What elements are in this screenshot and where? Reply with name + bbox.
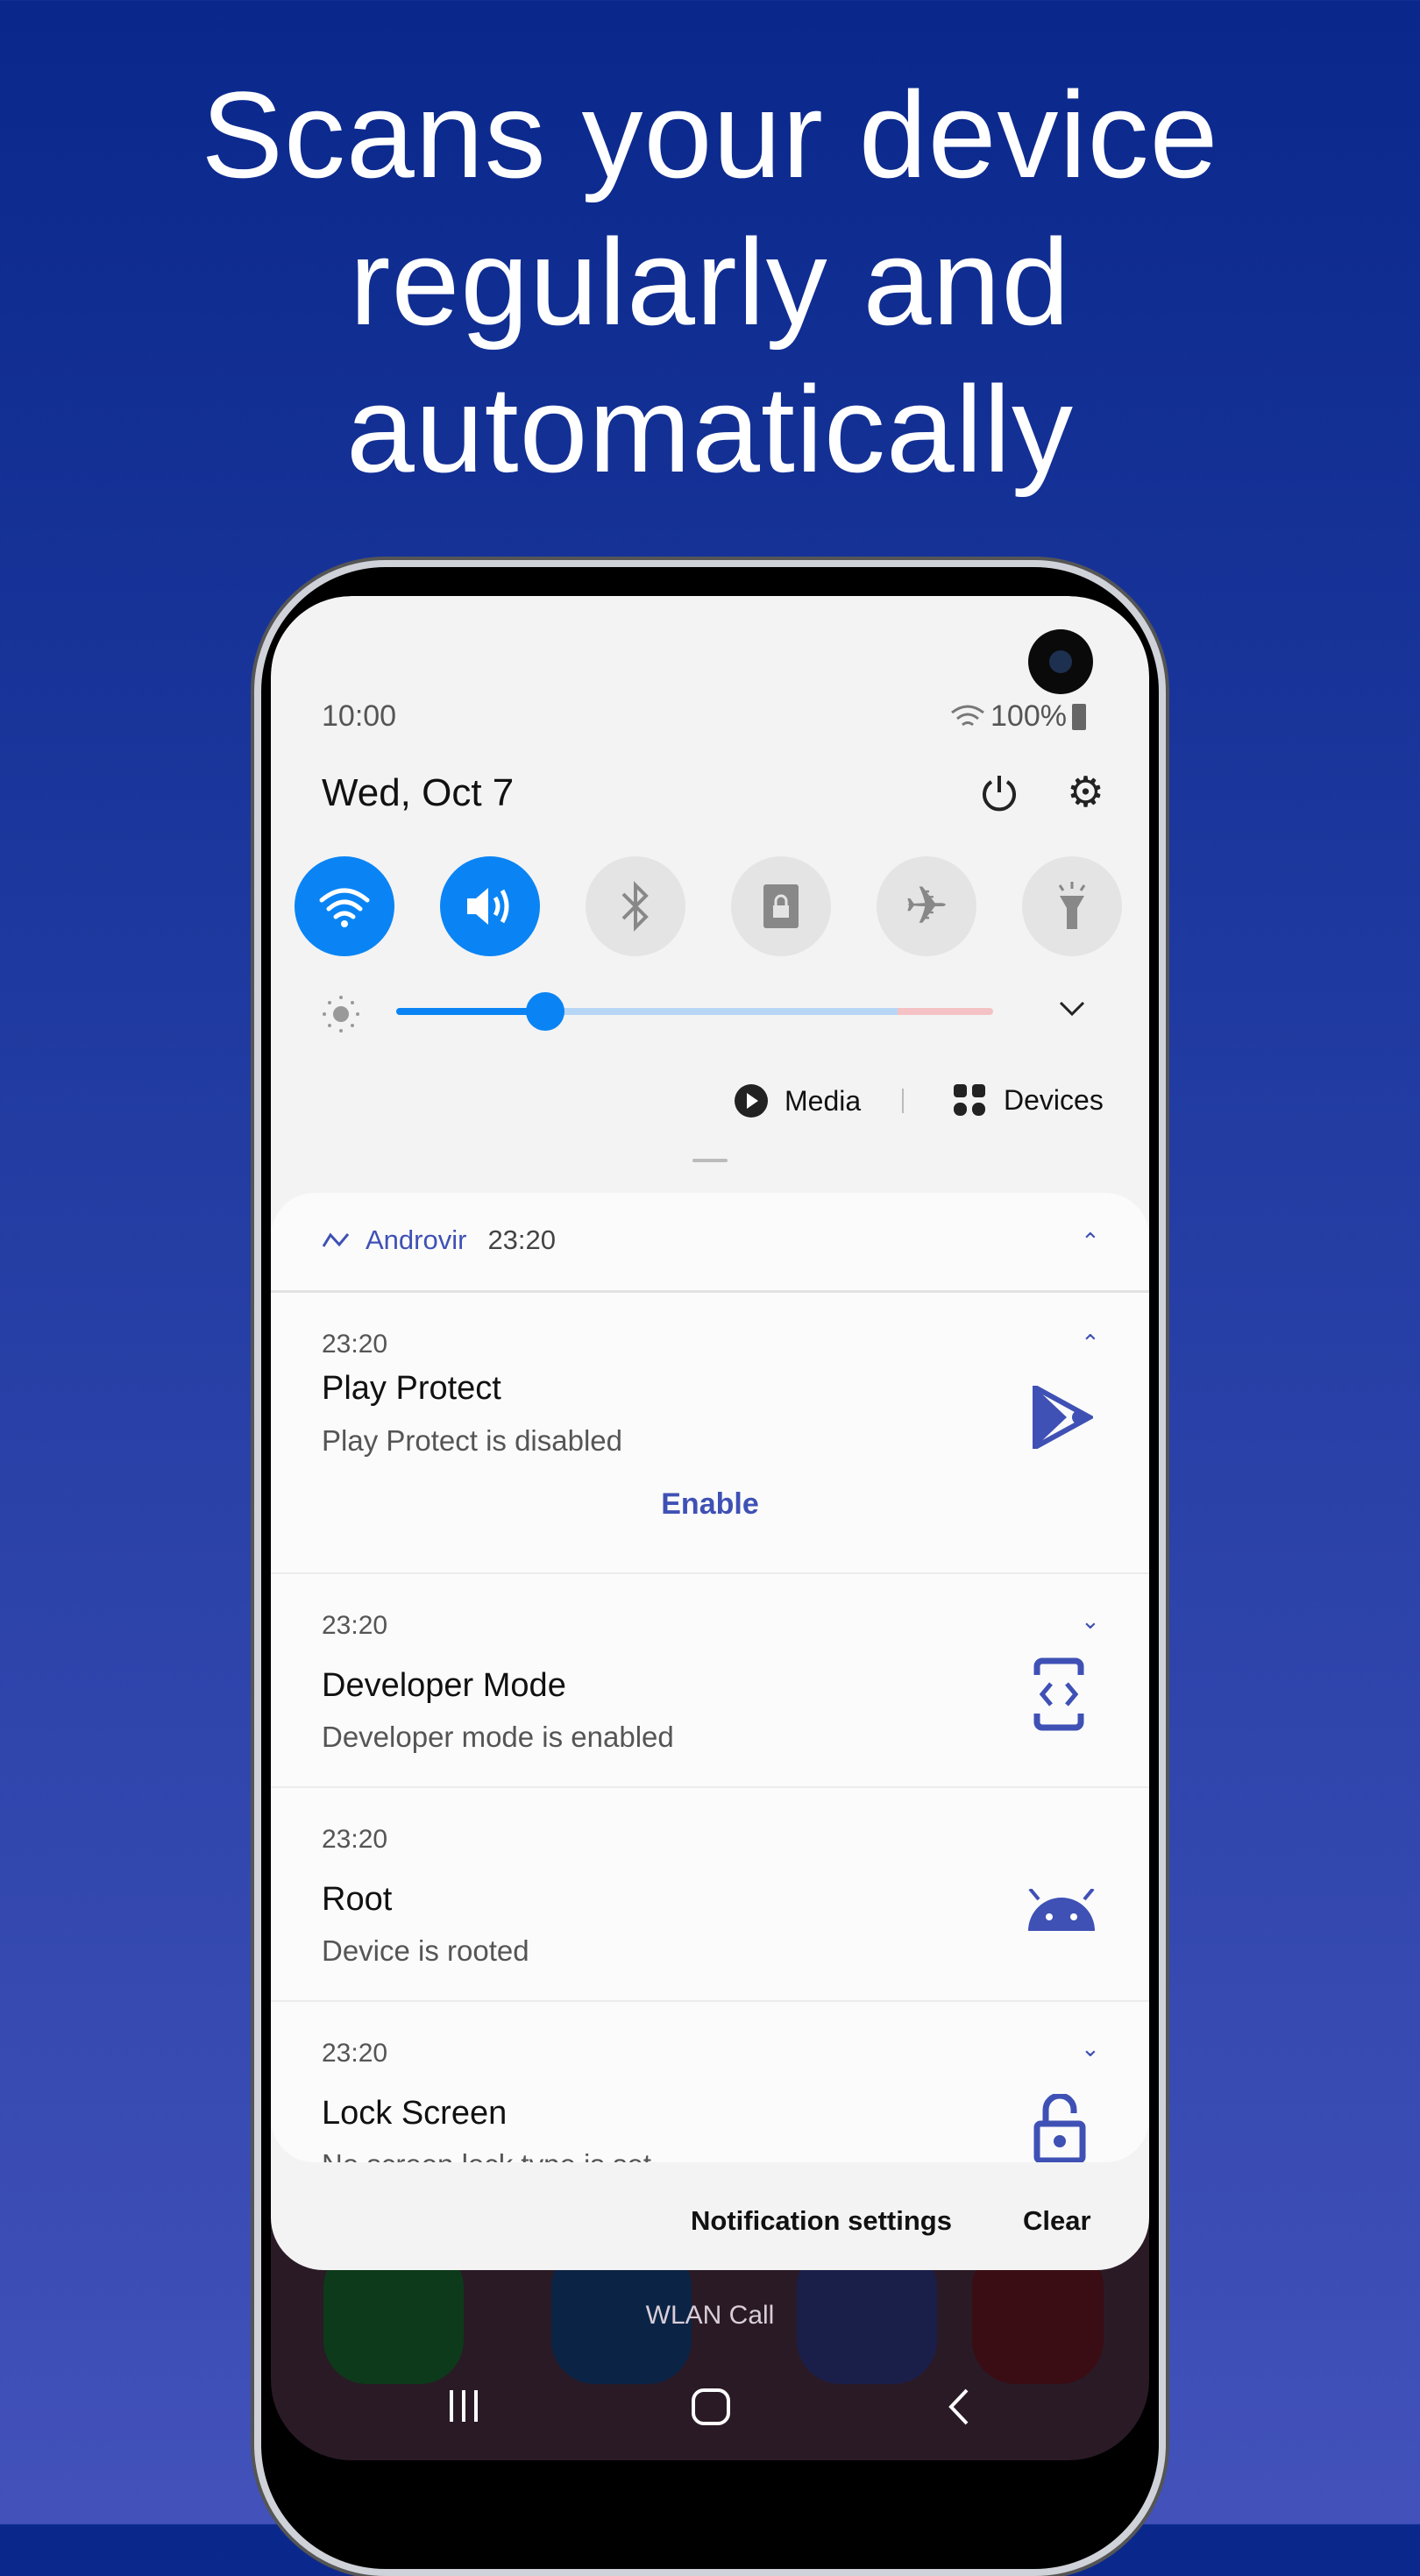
devices-label: Devices [1004, 1083, 1104, 1116]
drag-handle[interactable] [692, 1159, 728, 1162]
brightness-slider[interactable] [396, 992, 993, 1031]
notification-group-header[interactable]: Androvir 23:20 [322, 1224, 556, 1256]
flashlight-icon [1058, 882, 1086, 929]
chevron-up-icon[interactable]: ⌃ [1081, 1330, 1100, 1357]
home-label: WLAN Call [645, 2301, 775, 2330]
notification-play-protect[interactable]: 23:20 ⌃ Play Protect Play Protect is dis… [271, 1293, 1149, 1573]
toggle-sound[interactable] [440, 856, 540, 956]
toggle-bluetooth[interactable] [586, 856, 685, 956]
notification-time: 23:20 [322, 2039, 388, 2068]
notification-title: Play Protect [322, 1370, 501, 1407]
media-button[interactable]: Media [734, 1083, 861, 1118]
app-name: Androvir [366, 1224, 467, 1255]
enable-button[interactable]: Enable [271, 1487, 1149, 1522]
gear-icon: ⚙ [1067, 770, 1105, 816]
play-protect-icon [1033, 1386, 1093, 1449]
notification-text: No screen lock type is set [322, 2148, 651, 2162]
battery-percent: 100% [990, 699, 1067, 733]
chevron-down-icon[interactable]: ⌄ [1081, 1607, 1100, 1635]
back-icon [948, 2388, 969, 2425]
clear-button[interactable]: Clear [1023, 2205, 1091, 2237]
power-button[interactable] [979, 773, 1019, 818]
expand-button[interactable] [1058, 999, 1086, 1023]
notification-title: Developer Mode [322, 1667, 566, 1704]
android-icon [1028, 1889, 1095, 1931]
headline-line: automatically [345, 360, 1075, 498]
devices-icon [954, 1084, 985, 1116]
collapse-group-icon[interactable]: ⌃ [1081, 1228, 1100, 1255]
screen-lock-icon [763, 884, 799, 928]
brightness-knob[interactable] [526, 992, 565, 1031]
date: Wed, Oct 7 [322, 771, 515, 814]
notification-time: 23:20 [322, 1825, 388, 1854]
headline: Scans your device regularly and automati… [0, 61, 1420, 503]
battery-icon [1071, 703, 1086, 730]
notification-card: Androvir 23:20 ⌃ 23:20 ⌃ Play Protect Pl… [271, 1193, 1149, 2162]
notification-text: Play Protect is disabled [322, 1424, 623, 1457]
sound-icon [467, 888, 509, 925]
toggle-airplane[interactable]: ✈ [877, 856, 976, 956]
devices-button[interactable]: Devices [953, 1083, 1104, 1117]
chevron-down-icon[interactable]: ⌄ [1081, 2035, 1100, 2062]
quick-toggles: ✈ [295, 856, 1122, 956]
notification-title: Root [322, 1881, 393, 1918]
status-time: 10:00 [322, 699, 397, 733]
nav-back-button[interactable] [946, 2388, 972, 2430]
notification-title: Lock Screen [322, 2095, 508, 2132]
bluetooth-icon [621, 881, 649, 932]
notification-settings-button[interactable]: Notification settings [691, 2205, 952, 2237]
notification-time: 23:20 [322, 1611, 388, 1640]
divider [902, 1089, 904, 1113]
androvir-icon [322, 1232, 350, 1247]
brightness-icon [322, 995, 360, 1033]
power-icon [983, 776, 1016, 812]
notification-time: 23:20 [322, 1330, 388, 1359]
wifi-status-icon [951, 705, 984, 726]
nav-home-button[interactable] [692, 2388, 730, 2425]
notification-text: Device is rooted [322, 1934, 529, 1967]
nav-recents-button[interactable] [446, 2388, 481, 2423]
headline-line: Scans your device [201, 66, 1219, 203]
phone-screen: WLAN Call 10:00 100% Wed, Oct 7 ⚙ ✈ Medi… [271, 596, 1149, 2460]
unlock-icon [1033, 2094, 1086, 2162]
toggle-screen-lock[interactable] [731, 856, 831, 956]
recents-icon [450, 2390, 478, 2422]
developer-icon [1033, 1657, 1084, 1731]
notification-lock-screen[interactable]: 23:20 ⌄ Lock Screen No screen lock type … [271, 2002, 1149, 2162]
chevron-down-icon [1059, 1001, 1085, 1017]
notification-panel: 10:00 100% Wed, Oct 7 ⚙ ✈ Media Devices … [271, 596, 1149, 2270]
notification-root[interactable]: 23:20 Root Device is rooted [271, 1788, 1149, 2001]
group-time: 23:20 [487, 1224, 557, 1255]
front-camera [1028, 629, 1093, 694]
headline-line: regularly and [349, 213, 1071, 351]
toggle-flashlight[interactable] [1022, 856, 1122, 956]
wifi-icon [319, 888, 370, 927]
play-icon [735, 1084, 768, 1118]
notification-developer-mode[interactable]: 23:20 ⌄ Developer Mode Developer mode is… [271, 1574, 1149, 1787]
brightness-fill [396, 1008, 546, 1015]
media-label: Media [785, 1084, 862, 1117]
airplane-icon: ✈ [904, 876, 949, 935]
toggle-wifi[interactable] [295, 856, 394, 956]
settings-button[interactable]: ⚙ [1067, 770, 1105, 816]
notification-text: Developer mode is enabled [322, 1721, 674, 1753]
